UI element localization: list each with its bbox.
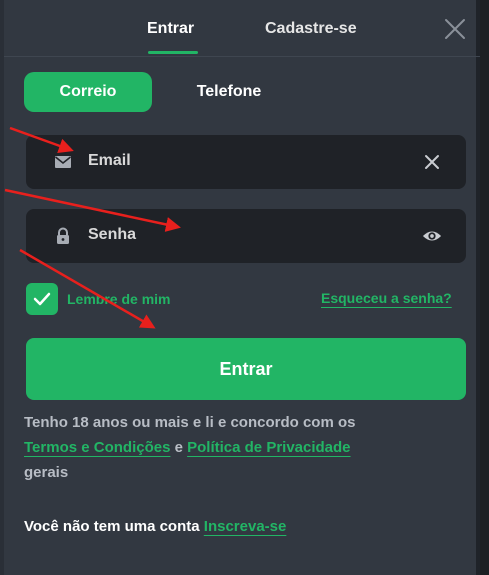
clear-email-icon[interactable] (422, 152, 442, 172)
signup-prompt: Você não tem uma conta Inscreva-se (24, 518, 286, 535)
login-modal: Entrar Cadastre-se Correio Telefone Emai… (4, 0, 480, 575)
email-field[interactable]: Email (26, 135, 466, 189)
tab-login[interactable]: Entrar (147, 20, 194, 38)
remember-me[interactable]: Lembre de mim (26, 283, 170, 315)
signup-link[interactable]: Inscreva-se (204, 518, 287, 535)
phone-method-button[interactable]: Telefone (174, 72, 284, 112)
login-submit-button[interactable]: Entrar (26, 338, 466, 400)
remember-checkbox[interactable] (26, 283, 58, 315)
terms-text: Tenho 18 anos ou mais e li e concordo co… (24, 410, 424, 485)
lock-icon (57, 227, 69, 244)
tab-bar: Entrar Cadastre-se (4, 0, 480, 57)
terms-link[interactable]: Termos e Condições (24, 439, 170, 456)
remember-label: Lembre de mim (67, 291, 171, 307)
email-method-button[interactable]: Correio (24, 72, 152, 112)
background-edge (480, 0, 489, 575)
terms-and: e (174, 439, 183, 456)
close-icon (445, 19, 465, 39)
active-tab-indicator (148, 51, 198, 54)
eye-icon[interactable] (422, 226, 442, 246)
privacy-link[interactable]: Política de Privacidade (187, 439, 350, 456)
password-field[interactable]: Senha (26, 209, 466, 263)
terms-prefix: Tenho 18 anos ou mais e li e concordo co… (24, 414, 356, 431)
signup-text: Você não tem uma conta (24, 518, 200, 535)
forgot-password-link[interactable]: Esqueceu a senha? (321, 290, 452, 306)
tab-register[interactable]: Cadastre-se (265, 20, 357, 38)
check-icon (33, 292, 51, 306)
close-modal-button[interactable] (444, 18, 466, 40)
email-value: Email (88, 152, 131, 169)
mail-icon (55, 156, 71, 168)
password-value: Senha (88, 226, 137, 243)
terms-suffix: gerais (24, 464, 69, 481)
